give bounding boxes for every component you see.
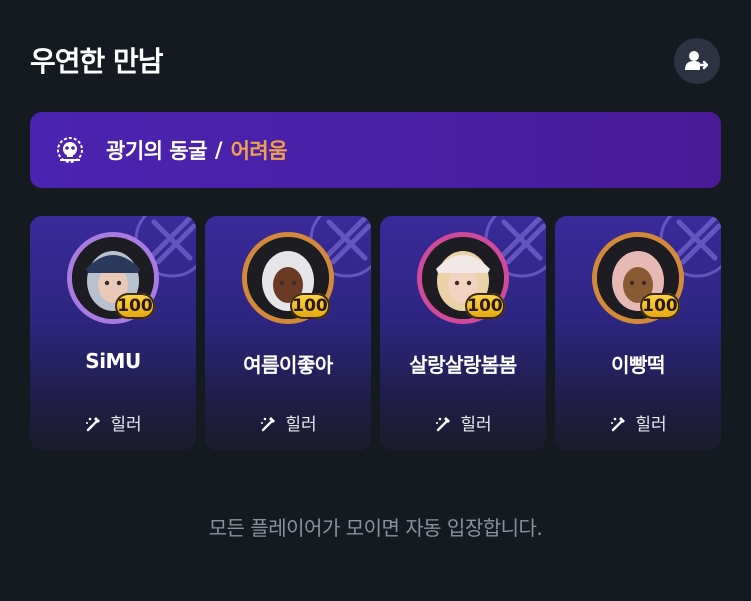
player-card[interactable]: 100 살랑살랑봄봄 힐러 — [380, 216, 546, 450]
player-name: 여름이좋아 — [243, 353, 333, 377]
player-role: 힐러 — [555, 410, 721, 435]
dungeon-separator: / — [214, 138, 223, 162]
auto-enter-message: 모든 플레이어가 모이면 자동 입장합니다. — [208, 516, 543, 540]
healer-staff-icon — [261, 416, 276, 431]
player-card[interactable]: 100 이빵떡 힐러 — [555, 216, 721, 450]
player-name: 이빵떡 — [611, 353, 665, 377]
player-name: SiMU — [85, 349, 141, 373]
player-role: 힐러 — [380, 410, 546, 435]
role-label: 힐러 — [285, 415, 317, 435]
avatar: 100 — [242, 232, 334, 324]
role-label: 힐러 — [635, 415, 667, 435]
dungeon-skull-icon — [57, 137, 83, 163]
healer-staff-icon — [436, 416, 451, 431]
avatar: 100 — [67, 232, 159, 324]
role-label: 힐러 — [460, 415, 492, 435]
healer-staff-icon — [611, 416, 626, 431]
user-switch-icon — [685, 51, 709, 70]
player-card[interactable]: 100 여름이좋아 힐러 — [205, 216, 371, 450]
dungeon-name: 광기의 동굴 — [106, 139, 207, 163]
dungeon-difficulty: 어려움 — [230, 139, 288, 163]
level-badge: 100 — [115, 293, 155, 319]
dungeon-banner: 광기의 동굴 / 어려움 — [30, 112, 721, 188]
healer-staff-icon — [86, 416, 101, 431]
avatar: 100 — [417, 232, 509, 324]
switch-party-button[interactable] — [674, 38, 720, 84]
player-role: 힐러 — [205, 410, 371, 435]
player-name: 살랑살랑봄봄 — [409, 353, 517, 377]
level-badge: 100 — [290, 293, 330, 319]
player-card[interactable]: 100 SiMU 힐러 — [30, 216, 196, 450]
avatar: 100 — [592, 232, 684, 324]
page-title: 우연한 만남 — [30, 45, 164, 78]
level-badge: 100 — [465, 293, 505, 319]
level-badge: 100 — [640, 293, 680, 319]
role-label: 힐러 — [110, 415, 142, 435]
player-role: 힐러 — [30, 410, 196, 435]
